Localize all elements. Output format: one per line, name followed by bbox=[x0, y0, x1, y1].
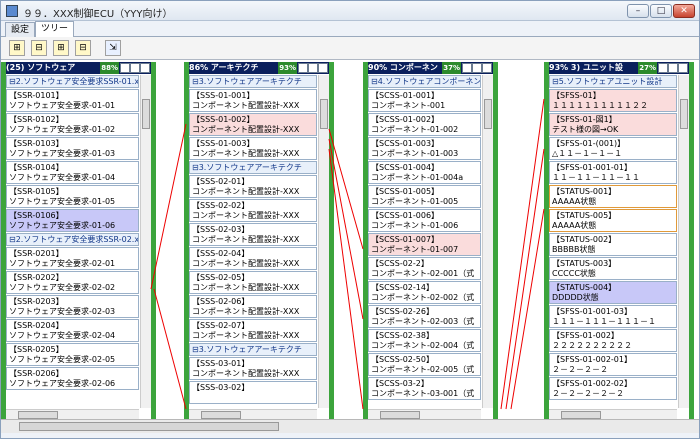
maximize-button[interactable]: □ bbox=[650, 4, 672, 18]
app-icon bbox=[6, 5, 18, 17]
trace-links bbox=[150, 98, 545, 410]
collapse-pane-button[interactable]: ⊟ bbox=[75, 40, 91, 56]
expand-all-button[interactable]: ⊞ bbox=[9, 40, 25, 56]
trace-link bbox=[505, 148, 545, 410]
title-bar: ９９．XXX制御ECU（YYY向け） – □ ✕ bbox=[1, 1, 699, 21]
collapse-all-button[interactable]: ⊟ bbox=[31, 40, 47, 56]
tab-bar: 設定 ツリー bbox=[1, 21, 699, 37]
tab-settings[interactable]: 設定 bbox=[5, 22, 36, 37]
window-title: ９９．XXX制御ECU（YYY向け） bbox=[23, 9, 173, 20]
tab-tree[interactable]: ツリー bbox=[35, 21, 75, 37]
trace-link bbox=[150, 123, 187, 290]
trace-link bbox=[500, 98, 545, 410]
close-button[interactable]: ✕ bbox=[673, 4, 695, 18]
scroll-thumb[interactable] bbox=[19, 422, 279, 431]
expand-pane-button[interactable]: ⊞ bbox=[53, 40, 69, 56]
toolbar: ⊞ ⊟ ⊞ ⊟ ⇲ bbox=[1, 37, 699, 59]
main-horizontal-scrollbar[interactable] bbox=[1, 419, 699, 433]
export-button[interactable]: ⇲ bbox=[105, 40, 121, 56]
trace-link bbox=[328, 138, 364, 320]
trace-link bbox=[153, 288, 187, 410]
minimize-button[interactable]: – bbox=[627, 4, 649, 18]
trace-link bbox=[510, 208, 545, 410]
app-window: ９９．XXX制御ECU（YYY向け） – □ ✕ 設定 ツリー ⊞ ⊟ ⊞ ⊟ … bbox=[0, 0, 700, 439]
